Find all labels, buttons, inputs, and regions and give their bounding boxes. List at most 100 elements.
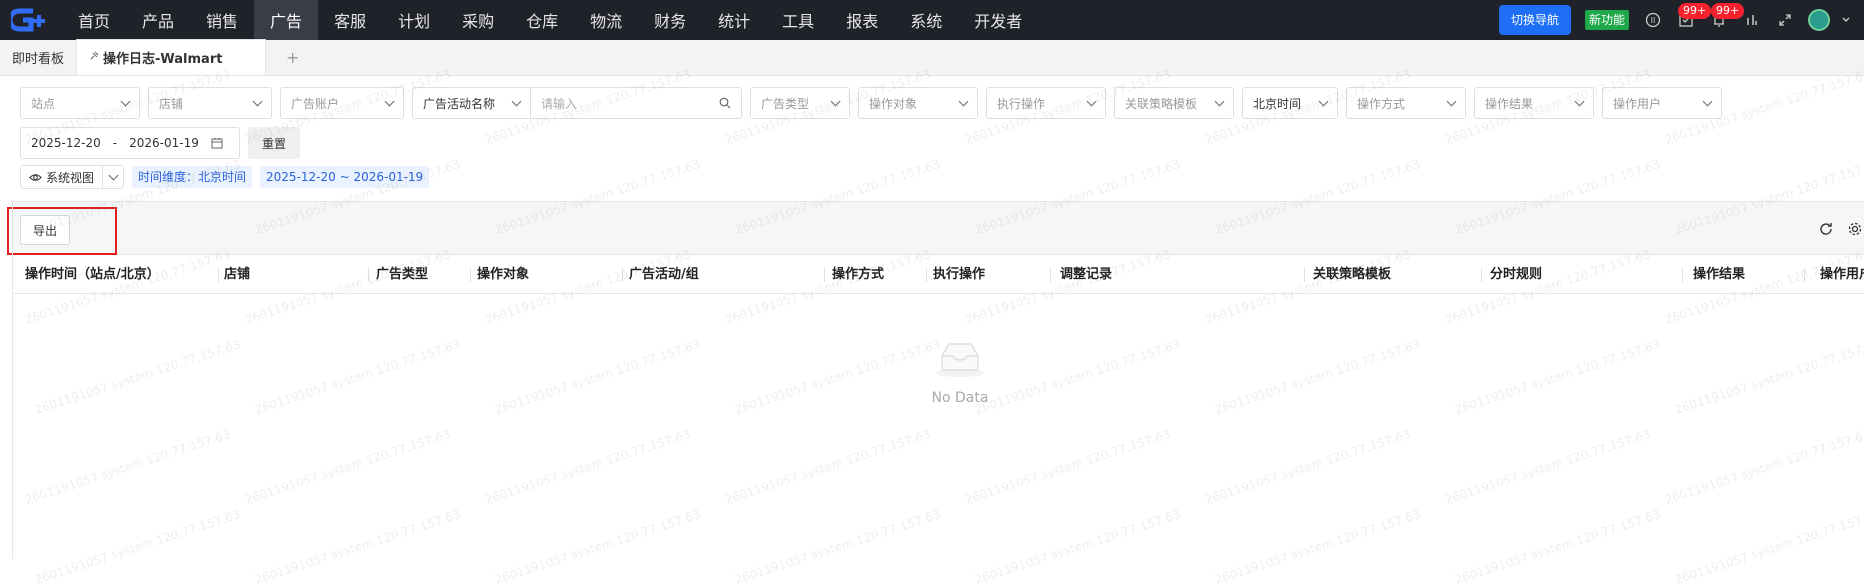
nav-item-developer[interactable]: 开发者 — [958, 0, 1038, 40]
col-time-rule[interactable]: 分时规则 — [1490, 256, 1542, 294]
chevron-down-icon — [1702, 96, 1713, 106]
date-range-picker[interactable]: 2025-12-20 - 2026-01-19 — [20, 127, 240, 159]
op-object-select-label: 操作对象 — [869, 96, 918, 111]
refresh-icon[interactable] — [1818, 221, 1834, 237]
nav-item-reports[interactable]: 报表 — [830, 0, 894, 40]
empty-state: No Data — [910, 338, 1010, 406]
tab-dashboard[interactable]: 即时看板 — [0, 39, 76, 75]
empty-text: No Data — [931, 390, 989, 406]
nav-item-statistics[interactable]: 统计 — [702, 0, 766, 40]
chevron-down-icon[interactable] — [103, 166, 123, 188]
op-result-select[interactable]: 操作结果 — [1474, 87, 1594, 119]
nav-item-tools[interactable]: 工具 — [766, 0, 830, 40]
col-op-user[interactable]: 操作用户 — [1820, 256, 1864, 294]
switch-nav-button[interactable]: 切换导航 — [1498, 5, 1571, 35]
ad-type-select[interactable]: 广告类型 — [750, 87, 850, 119]
system-view-label: 系统视图 — [46, 170, 95, 185]
search-icon[interactable] — [719, 97, 731, 109]
info-circle-icon[interactable]: II — [1643, 10, 1663, 30]
calendar-icon — [211, 138, 223, 149]
col-ad-type[interactable]: 广告类型 — [376, 256, 428, 294]
gear-icon[interactable] — [1847, 221, 1863, 237]
chevron-down-icon[interactable] — [1836, 10, 1856, 30]
date-start: 2025-12-20 — [31, 136, 101, 150]
task-check-icon[interactable]: 99+ — [1676, 3, 1712, 30]
col-store[interactable]: 店铺 — [224, 256, 250, 294]
ad-account-select[interactable]: 广告账户 — [280, 87, 404, 119]
watermark-text: 2601191057 system 120.77.157.63 — [963, 427, 1173, 507]
new-feature-button[interactable]: 新功能 — [1584, 10, 1629, 30]
add-tab-button[interactable]: + — [266, 39, 319, 75]
col-campaign-group[interactable]: 广告活动/组 — [629, 256, 699, 294]
strategy-template-select-label: 关联策略模板 — [1125, 96, 1198, 111]
store-select[interactable]: 店铺 — [148, 87, 272, 119]
col-exec-op[interactable]: 执行操作 — [933, 256, 985, 294]
nav-item-service[interactable]: 客服 — [318, 0, 382, 40]
nav-item-product[interactable]: 产品 — [126, 0, 190, 40]
strategy-template-select[interactable]: 关联策略模板 — [1114, 87, 1234, 119]
col-divider — [470, 268, 471, 282]
bell-count-badge: 99+ — [1711, 3, 1745, 19]
exec-op-select[interactable]: 执行操作 — [986, 87, 1106, 119]
nav-item-home[interactable]: 首页 — [62, 0, 126, 40]
page-tab-bar: 即时看板 操作日志-Walmart + — [0, 39, 1864, 76]
campaign-field-select[interactable]: 广告活动名称 — [413, 88, 531, 118]
bell-icon[interactable]: 99+ — [1709, 3, 1745, 30]
col-op-result[interactable]: 操作结果 — [1693, 256, 1745, 294]
col-op-time[interactable]: 操作时间（站点/北京） — [25, 256, 160, 294]
chevron-down-icon — [1446, 96, 1457, 106]
nav-item-plan[interactable]: 计划 — [382, 0, 446, 40]
col-strategy-template[interactable]: 关联策略模板 — [1313, 256, 1391, 294]
nav-item-sales[interactable]: 销售 — [190, 0, 254, 40]
chevron-down-icon — [1086, 96, 1097, 106]
exec-op-select-label: 执行操作 — [997, 96, 1046, 111]
col-divider — [1481, 268, 1482, 282]
user-avatar[interactable] — [1808, 9, 1830, 31]
tab-operation-log[interactable]: 操作日志-Walmart — [76, 39, 267, 75]
site-select[interactable]: 站点 — [20, 87, 140, 119]
nav-item-logistics[interactable]: 物流 — [574, 0, 638, 40]
pin-icon[interactable] — [89, 50, 99, 65]
chevron-down-icon — [384, 96, 395, 106]
watermark-text: 2601191057 system 120.77.157.63 — [723, 427, 933, 507]
filter-panel: 站点 店铺 广告账户 广告活动名称 请输入 广告类型 操作对象 执行操作 关联策… — [20, 87, 1860, 197]
watermark-text: 2601191057 system 120.77.157.63 — [1663, 427, 1864, 507]
nav-item-system[interactable]: 系统 — [894, 0, 958, 40]
col-divider — [1304, 268, 1305, 282]
watermark-text: 2601191057 system 120.77.157.63 — [33, 507, 243, 587]
op-user-select[interactable]: 操作用户 — [1602, 87, 1722, 119]
watermark-text: 2601191057 system 120.77.157.63 — [253, 507, 463, 587]
campaign-search-input[interactable]: 请输入 — [531, 88, 741, 118]
nav-item-purchase[interactable]: 采购 — [446, 0, 510, 40]
app-logo[interactable] — [0, 0, 62, 40]
chevron-down-icon — [1574, 96, 1585, 106]
watermark-text: 2601191057 system 120.77.157.63 — [1453, 337, 1663, 417]
nav-item-ads[interactable]: 广告 — [254, 0, 319, 40]
op-method-select[interactable]: 操作方式 — [1346, 87, 1466, 119]
col-adjust-record[interactable]: 调整记录 — [1060, 256, 1112, 294]
fullscreen-icon[interactable] — [1775, 10, 1795, 30]
chevron-down-icon — [120, 96, 131, 106]
watermark-text: 2601191057 system 120.77.157.63 — [23, 427, 233, 507]
bar-chart-icon[interactable] — [1742, 10, 1762, 30]
col-divider — [926, 268, 927, 282]
campaign-search-combo: 广告活动名称 请输入 — [412, 87, 742, 119]
nav-item-finance[interactable]: 财务 — [638, 0, 702, 40]
col-divider — [368, 268, 369, 282]
watermark-text: 2601191057 system 120.77.157.63 — [483, 427, 693, 507]
ad-account-select-label: 广告账户 — [291, 96, 340, 111]
system-view-select[interactable]: 系统视图 — [20, 165, 125, 189]
col-divider — [218, 268, 219, 282]
watermark-text: 2601191057 system 120.77.157.63 — [33, 337, 243, 417]
timezone-select[interactable]: 北京时间 — [1242, 87, 1338, 119]
timezone-select-label: 北京时间 — [1253, 96, 1302, 111]
col-op-method[interactable]: 操作方式 — [832, 256, 884, 294]
nav-item-warehouse[interactable]: 仓库 — [510, 0, 574, 40]
op-result-select-label: 操作结果 — [1485, 96, 1534, 111]
col-op-object[interactable]: 操作对象 — [477, 256, 529, 294]
col-divider — [824, 268, 825, 282]
reset-button[interactable]: 重置 — [248, 127, 301, 159]
op-object-select[interactable]: 操作对象 — [858, 87, 978, 119]
watermark-text: 2601191057 system 120.77.157.63 — [1673, 507, 1864, 587]
op-method-select-label: 操作方式 — [1357, 96, 1406, 111]
